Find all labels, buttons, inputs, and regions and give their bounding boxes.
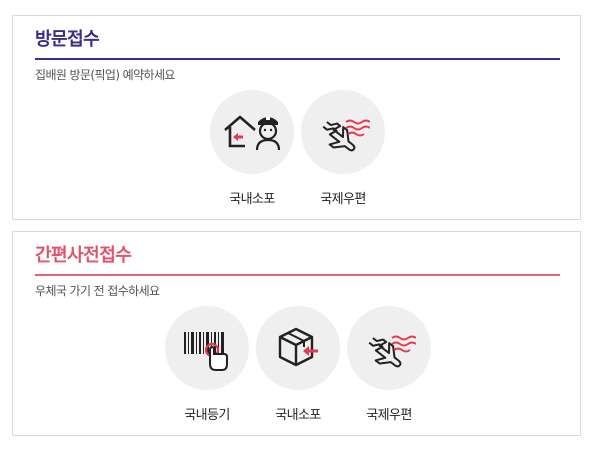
quick-international-mail-label: 국제우편 bbox=[366, 408, 412, 423]
quick-domestic-parcel-label: 국내소포 bbox=[275, 408, 321, 423]
quick-prereg-subtitle: 우체국 가기 전 접수하세요 bbox=[35, 284, 160, 298]
quick-domestic-registered-button[interactable]: 국내등기 bbox=[165, 306, 249, 423]
visit-pickup-subtitle: 집배원 방문(픽업) 예약하세요 bbox=[35, 68, 175, 82]
barcode-tap-icon bbox=[165, 306, 249, 390]
quick-domestic-registered-label: 국내등기 bbox=[184, 408, 230, 423]
visit-international-mail-button[interactable]: 국제우편 bbox=[301, 90, 385, 207]
quick-prereg-title: 간편사전접수 bbox=[35, 245, 132, 266]
house-courier-icon bbox=[210, 90, 294, 174]
parcel-box-icon bbox=[256, 306, 340, 390]
visit-pickup-panel: 방문접수 집배원 방문(픽업) 예약하세요 국내소포 국제우편 bbox=[12, 15, 581, 220]
quick-prereg-panel: 간편사전접수 우체국 가기 전 접수하세요 국내등기 국내소포 국제우편 bbox=[12, 231, 581, 436]
airplane-icon bbox=[347, 306, 431, 390]
quick-international-mail-button[interactable]: 국제우편 bbox=[347, 306, 431, 423]
visit-domestic-parcel-label: 국내소포 bbox=[229, 192, 275, 207]
visit-international-mail-label: 국제우편 bbox=[320, 192, 366, 207]
title-divider bbox=[35, 274, 560, 276]
visit-pickup-title: 방문접수 bbox=[35, 29, 100, 50]
visit-domestic-parcel-button[interactable]: 국내소포 bbox=[210, 90, 294, 207]
title-divider bbox=[35, 58, 560, 60]
quick-domestic-parcel-button[interactable]: 국내소포 bbox=[256, 306, 340, 423]
airplane-icon bbox=[301, 90, 385, 174]
